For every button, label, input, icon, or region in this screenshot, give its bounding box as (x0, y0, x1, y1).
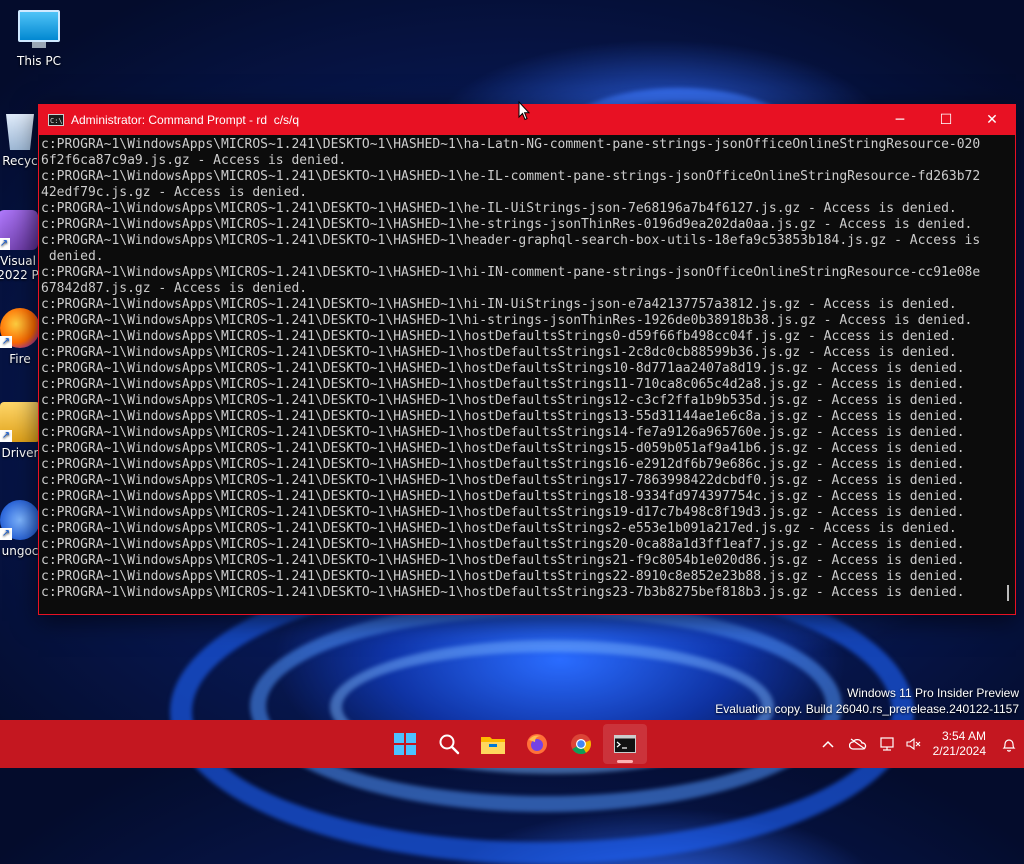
search-button[interactable] (427, 724, 471, 764)
monitor-icon (18, 10, 60, 48)
chevron-up-icon (822, 740, 834, 748)
speaker-muted-icon (906, 737, 921, 751)
console-line: c:PROGRA~1\WindowsApps\MICROS~1.241\DESK… (41, 297, 957, 312)
console-line: c:PROGRA~1\WindowsApps\MICROS~1.241\DESK… (41, 473, 965, 488)
console-line: c:PROGRA~1\WindowsApps\MICROS~1.241\DESK… (41, 361, 965, 376)
console-line: c:PROGRA~1\WindowsApps\MICROS~1.241\DESK… (41, 313, 973, 328)
window-title: Administrator: Command Prompt - rd c/s/q (71, 113, 300, 127)
app-icon: ↗ (0, 500, 40, 540)
notifications-button[interactable] (994, 724, 1024, 764)
start-button[interactable] (383, 724, 427, 764)
command-prompt-icon (614, 735, 636, 753)
console-line: c:PROGRA~1\WindowsApps\MICROS~1.241\DESK… (41, 329, 957, 344)
file-explorer-button[interactable] (471, 724, 515, 764)
console-line: c:PROGRA~1\WindowsApps\MICROS~1.241\DESK… (41, 265, 981, 280)
console-line: 42edf79c.js.gz - Access is denied. (41, 185, 308, 200)
console-line: c:PROGRA~1\WindowsApps\MICROS~1.241\DESK… (41, 233, 981, 248)
console-output[interactable]: c:PROGRA~1\WindowsApps\MICROS~1.241\DESK… (41, 137, 999, 612)
file-explorer-icon (481, 737, 505, 754)
command-prompt-icon[interactable]: C:\ (48, 114, 64, 126)
shortcut-arrow-icon: ↗ (0, 238, 10, 250)
shortcut-arrow-icon: ↗ (0, 430, 12, 442)
chrome-taskbar-button[interactable] (559, 724, 603, 764)
show-hidden-icons-button[interactable] (815, 724, 841, 764)
console-line: c:PROGRA~1\WindowsApps\MICROS~1.241\DESK… (41, 553, 965, 568)
console-cursor-line (41, 601, 999, 612)
firefox-icon: ↗ (0, 308, 40, 348)
clock[interactable]: 3:54 AM 2/21/2024 (927, 729, 994, 759)
shortcut-arrow-icon: ↗ (0, 528, 12, 540)
clock-date: 2/21/2024 (932, 744, 986, 758)
chrome-icon (571, 734, 592, 755)
bell-icon (1002, 738, 1016, 752)
console-line: c:PROGRA~1\WindowsApps\MICROS~1.241\DESK… (41, 505, 965, 520)
taskbar: 3:54 AM 2/21/2024 (0, 720, 1024, 768)
console-line: c:PROGRA~1\WindowsApps\MICROS~1.241\DESK… (41, 393, 965, 408)
console-line: denied. (41, 249, 104, 264)
console-line: 6f2f6ca87c9a9.js.gz - Access is denied. (41, 153, 347, 168)
recycle-bin-icon (6, 114, 34, 150)
start-icon (394, 733, 416, 755)
shortcut-arrow-icon: ↗ (0, 336, 12, 348)
watermark-build: Evaluation copy. Build 26040.rs_prerelea… (715, 702, 1019, 716)
console-line: c:PROGRA~1\WindowsApps\MICROS~1.241\DESK… (41, 537, 965, 552)
console-line: c:PROGRA~1\WindowsApps\MICROS~1.241\DESK… (41, 489, 965, 504)
console-line: c:PROGRA~1\WindowsApps\MICROS~1.241\DESK… (41, 217, 973, 232)
onedrive-button[interactable] (841, 724, 875, 764)
network-button[interactable] (875, 724, 901, 764)
desktop-icon-label: This PC (17, 54, 61, 68)
search-icon (439, 734, 460, 755)
command-prompt-window[interactable]: C:\ Administrator: Command Prompt - rd c… (38, 104, 1016, 615)
console-line: c:PROGRA~1\WindowsApps\MICROS~1.241\DESK… (41, 409, 965, 424)
console-line: c:PROGRA~1\WindowsApps\MICROS~1.241\DESK… (41, 425, 965, 440)
firefox-icon (527, 734, 547, 754)
visual-studio-icon: ↗ (0, 210, 38, 250)
cloud-offline-icon (848, 738, 866, 750)
console-line: c:PROGRA~1\WindowsApps\MICROS~1.241\DESK… (41, 377, 965, 392)
scrollbar-thumb[interactable] (1007, 585, 1009, 601)
command-prompt-taskbar-button[interactable] (603, 724, 647, 764)
firefox-taskbar-button[interactable] (515, 724, 559, 764)
clock-time: 3:54 AM (941, 729, 986, 743)
mouse-pointer-icon (518, 101, 530, 121)
console-line: c:PROGRA~1\WindowsApps\MICROS~1.241\DESK… (41, 585, 965, 600)
network-icon (880, 737, 894, 751)
console-line: c:PROGRA~1\WindowsApps\MICROS~1.241\DESK… (41, 457, 965, 472)
console-line: c:PROGRA~1\WindowsApps\MICROS~1.241\DESK… (41, 345, 957, 360)
console-line: c:PROGRA~1\WindowsApps\MICROS~1.241\DESK… (41, 201, 957, 216)
maximize-button[interactable]: ☐ (923, 105, 969, 135)
console-line: c:PROGRA~1\WindowsApps\MICROS~1.241\DESK… (41, 137, 981, 152)
minimize-button[interactable]: ─ (877, 105, 923, 135)
watermark-edition: Windows 11 Pro Insider Preview (847, 686, 1019, 700)
console-line: c:PROGRA~1\WindowsApps\MICROS~1.241\DESK… (41, 569, 965, 584)
console-line: c:PROGRA~1\WindowsApps\MICROS~1.241\DESK… (41, 521, 957, 536)
close-button[interactable]: ✕ (969, 105, 1015, 135)
console-line: c:PROGRA~1\WindowsApps\MICROS~1.241\DESK… (41, 169, 981, 184)
build-watermark: Windows 11 Pro Insider Preview Evaluatio… (715, 685, 1019, 717)
console-line: c:PROGRA~1\WindowsApps\MICROS~1.241\DESK… (41, 441, 965, 456)
desktop-icon-this-pc[interactable]: This PC (9, 10, 69, 68)
console-line: 67842d87.js.gz - Access is denied. (41, 281, 308, 296)
volume-button[interactable] (901, 724, 927, 764)
driver-icon: ↗ (0, 402, 40, 442)
